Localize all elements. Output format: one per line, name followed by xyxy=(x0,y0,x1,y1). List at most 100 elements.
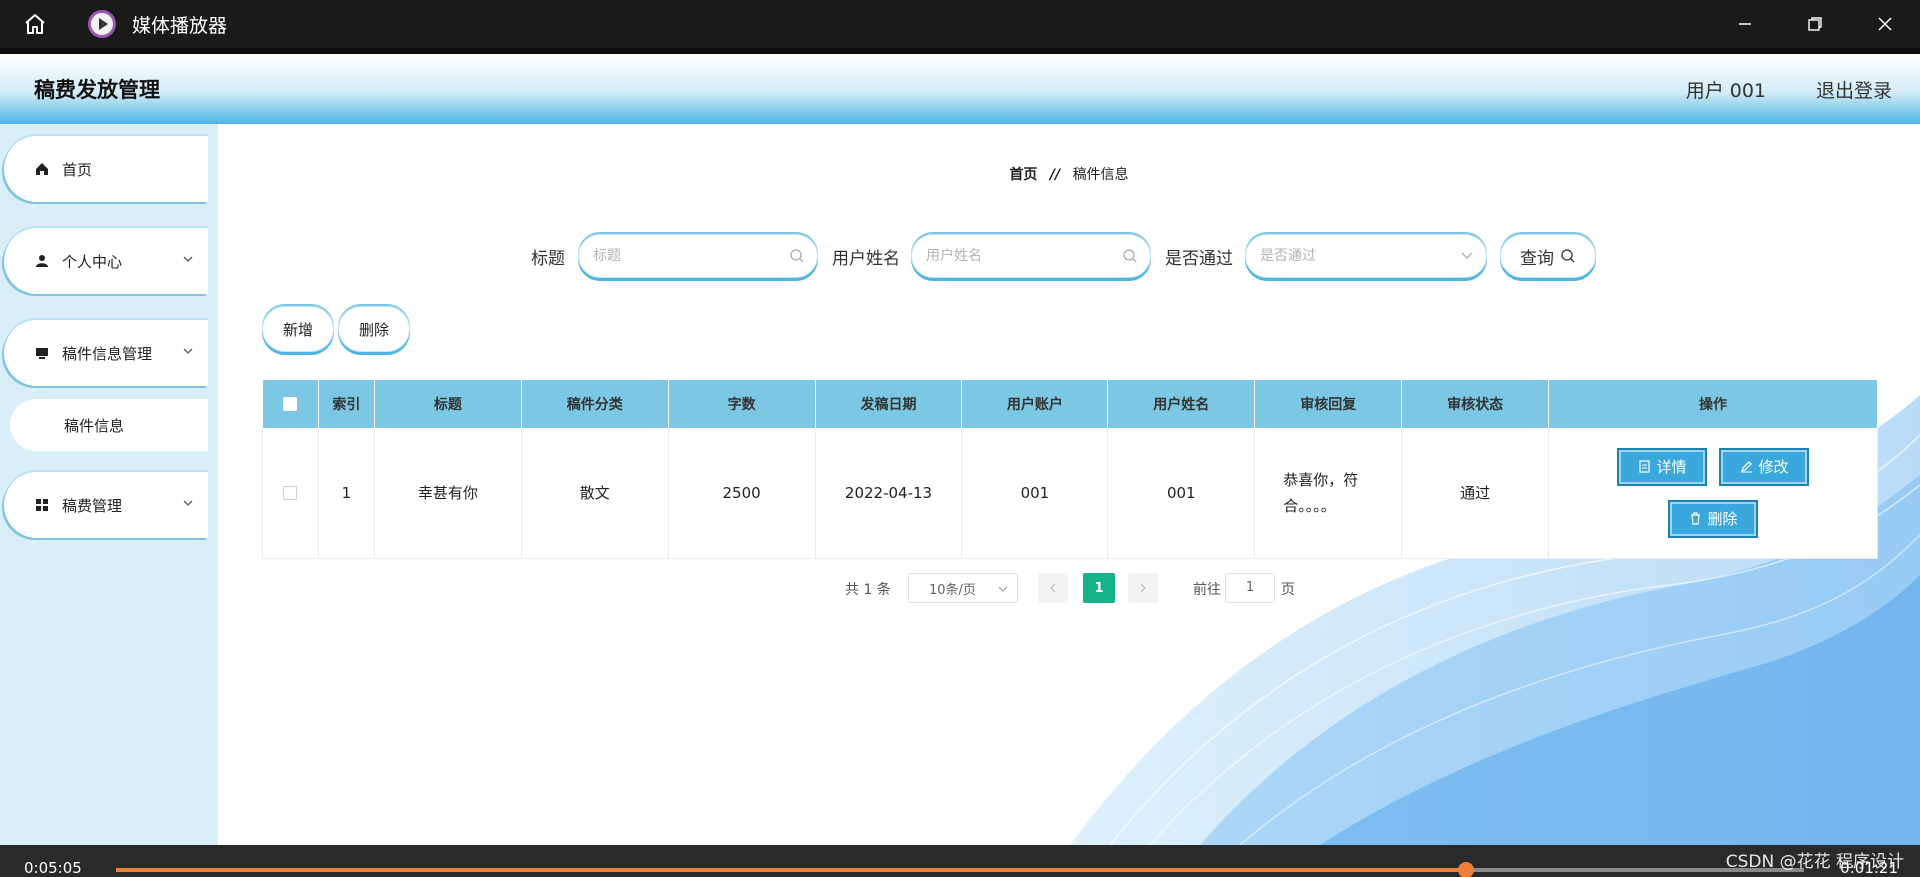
manuscript-table: 索引 标题 稿件分类 字数 发稿日期 用户账户 用户姓名 审核回复 审核状态 操… xyxy=(262,380,1878,559)
username-search-input[interactable] xyxy=(926,248,1116,264)
minimize-icon xyxy=(1739,23,1751,25)
home-button[interactable] xyxy=(0,0,70,48)
breadcrumb-separator: // xyxy=(1049,167,1061,183)
chevron-left-icon xyxy=(1050,583,1056,593)
chevron-down-icon xyxy=(183,256,193,262)
row-checkbox[interactable] xyxy=(283,486,298,501)
column-header: 标题 xyxy=(374,380,522,428)
cell-words: 2500 xyxy=(668,428,816,559)
breadcrumb-current: 稿件信息 xyxy=(1072,167,1129,183)
restore-button[interactable] xyxy=(1780,0,1850,48)
cell-username: 001 xyxy=(1107,428,1256,559)
goto-page-input[interactable]: 1 xyxy=(1225,573,1275,603)
page-size-value: 10条/页 xyxy=(929,582,976,598)
window-controls xyxy=(1710,0,1920,48)
breadcrumb-home[interactable]: 首页 xyxy=(1009,167,1037,183)
grid-icon xyxy=(34,497,50,513)
username-search-field[interactable] xyxy=(911,234,1151,278)
chevron-down-icon xyxy=(183,500,193,506)
cell-title: 幸甚有你 xyxy=(374,428,522,559)
next-page-button[interactable] xyxy=(1128,573,1158,603)
window-title: 媒体播放器 xyxy=(132,14,228,37)
detail-button[interactable]: 详情 xyxy=(1617,447,1708,486)
logout-link[interactable]: 退出登录 xyxy=(1816,76,1892,103)
current-user: 用户 001 xyxy=(1685,80,1766,102)
select-all-header[interactable] xyxy=(262,380,319,428)
sidebar-item-personal-center[interactable]: 个人中心 xyxy=(4,228,208,294)
column-header: 稿件分类 xyxy=(521,380,669,428)
goto-label: 前往 xyxy=(1193,582,1221,598)
chevron-down-icon xyxy=(183,348,193,354)
row-delete-button[interactable]: 删除 xyxy=(1668,499,1759,538)
sidebar-item-home[interactable]: 首页 xyxy=(4,136,208,202)
sidebar-item-label: 首页 xyxy=(62,160,93,179)
search-icon xyxy=(1123,249,1137,263)
edit-button[interactable]: 修改 xyxy=(1719,447,1810,486)
seek-bar[interactable] xyxy=(116,862,1804,877)
page-size-select[interactable]: 10条/页 xyxy=(908,573,1018,603)
column-header: 审核回复 xyxy=(1254,380,1403,428)
app-header: 稿费发放管理 用户 001 退出登录 xyxy=(0,48,1920,124)
column-header: 字数 xyxy=(668,380,816,428)
cell-date: 2022-04-13 xyxy=(815,428,963,559)
column-header: 用户账户 xyxy=(961,380,1109,428)
monitor-icon xyxy=(34,345,50,361)
page-suffix: 页 xyxy=(1281,582,1295,598)
edit-pencil-icon xyxy=(1740,461,1752,473)
query-button-label: 查询 xyxy=(1520,248,1554,269)
cell-actions: 详情 修改 删除 xyxy=(1548,428,1878,559)
main-content: 首页 // 稿件信息 标题 用户姓名 是否通过 查询 新增 删除 xyxy=(218,124,1920,845)
chevron-down-icon xyxy=(1461,252,1473,259)
sidebar-item-label: 稿费管理 xyxy=(62,496,123,515)
batch-delete-button[interactable]: 删除 xyxy=(338,306,410,352)
current-page-button[interactable]: 1 xyxy=(1083,573,1115,603)
sidebar-item-fee-management[interactable]: 稿费管理 xyxy=(4,472,208,538)
wave-background-graphic xyxy=(1070,395,1920,845)
close-icon xyxy=(1878,17,1892,31)
document-icon xyxy=(1638,460,1650,473)
chevron-down-icon xyxy=(998,586,1008,592)
media-player-bar: 0:05:05 CSDN @花花 程序设计 0:01:21 xyxy=(0,845,1920,877)
select-all-checkbox[interactable] xyxy=(283,397,298,411)
seek-bar-thumb[interactable] xyxy=(1458,862,1475,877)
elapsed-time: 0:05:05 xyxy=(24,859,82,877)
media-player-logo-icon xyxy=(88,10,116,38)
sidebar-item-manuscript-management[interactable]: 稿件信息管理 xyxy=(4,320,208,386)
prev-page-button[interactable] xyxy=(1038,573,1068,603)
detail-button-label: 详情 xyxy=(1656,458,1687,477)
home-icon xyxy=(25,14,45,34)
close-button[interactable] xyxy=(1850,0,1920,48)
home-icon xyxy=(34,161,50,177)
row-select-cell[interactable] xyxy=(262,428,319,559)
approval-filter-select[interactable] xyxy=(1245,234,1487,278)
column-header: 索引 xyxy=(318,380,375,428)
restore-icon xyxy=(1808,17,1822,31)
column-header: 发稿日期 xyxy=(815,380,963,428)
sidebar-item-label: 稿件信息 xyxy=(64,416,125,435)
reply-text: 恭喜你，符合。。。。 xyxy=(1283,470,1359,515)
user-icon xyxy=(34,253,50,269)
add-button[interactable]: 新增 xyxy=(262,306,334,352)
chevron-right-icon xyxy=(1140,583,1146,593)
approval-filter-label: 是否通过 xyxy=(1165,249,1233,269)
sidebar-item-label: 个人中心 xyxy=(62,252,123,271)
table-row: 1 幸甚有你 散文 2500 2022-04-13 001 001 恭喜你，符合… xyxy=(262,428,1878,559)
query-button[interactable]: 查询 xyxy=(1500,234,1596,278)
approval-filter-input[interactable] xyxy=(1260,248,1450,264)
cell-reply: 恭喜你，符合。。。。 xyxy=(1254,428,1403,559)
search-icon xyxy=(1561,249,1575,263)
title-search-input[interactable] xyxy=(593,248,783,264)
cell-status: 通过 xyxy=(1401,428,1550,559)
edit-button-label: 修改 xyxy=(1758,458,1789,477)
column-header: 操作 xyxy=(1548,380,1878,428)
minimize-button[interactable] xyxy=(1710,0,1780,48)
trash-icon xyxy=(1690,512,1700,525)
pagination-total: 共 1 条 xyxy=(845,582,891,598)
remaining-time: 0:01:21 xyxy=(1840,859,1898,877)
sidebar-item-label: 稿件信息管理 xyxy=(62,344,153,363)
title-search-field[interactable] xyxy=(578,234,818,278)
sidebar-subitem-manuscript-info[interactable]: 稿件信息 xyxy=(10,399,208,451)
sidebar: 首页 个人中心 稿件信息管理 稿件信息 稿费管理 xyxy=(0,124,218,845)
search-icon xyxy=(790,249,804,263)
window-titlebar: 媒体播放器 xyxy=(0,0,1920,48)
